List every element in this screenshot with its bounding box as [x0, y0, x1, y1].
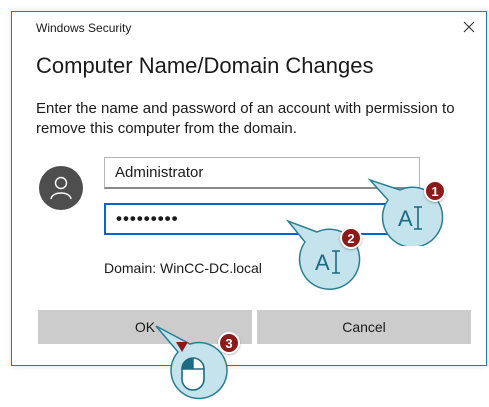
step-badge-1: 1	[424, 180, 446, 202]
dialog-description: Enter the name and password of an accoun…	[36, 100, 455, 137]
callout-step-2: A	[285, 216, 385, 290]
title-bar: Windows Security	[12, 12, 486, 42]
svg-text:A: A	[398, 206, 413, 231]
dialog-heading: Computer Name/Domain Changes	[36, 53, 374, 78]
user-icon	[50, 176, 72, 200]
close-button[interactable]	[452, 12, 486, 42]
close-icon	[463, 21, 475, 33]
step-badge-2: 2	[340, 227, 362, 249]
svg-text:A: A	[315, 250, 330, 275]
cancel-button[interactable]: Cancel	[257, 310, 471, 344]
avatar	[39, 166, 83, 210]
window-title: Windows Security	[36, 21, 132, 35]
text-cursor-icon: A	[285, 219, 361, 290]
step-badge-3: 3	[218, 332, 240, 354]
domain-label: Domain: WinCC-DC.local	[104, 260, 262, 276]
